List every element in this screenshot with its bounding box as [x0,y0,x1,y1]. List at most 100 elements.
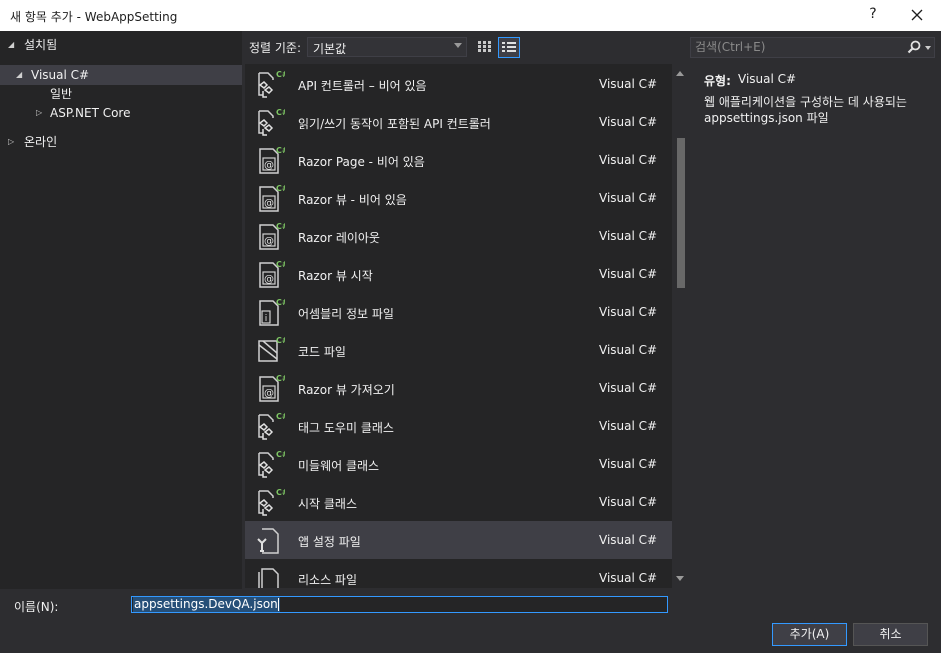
tree-item-aspnet-core[interactable]: ▷ ASP.NET Core [0,103,242,123]
template-name: API 컨트롤러 – 비어 있음 [298,79,427,93]
template-row[interactable]: @C# Razor 레이아웃 Visual C# [245,217,672,255]
template-type: Visual C# [599,153,658,167]
close-button[interactable] [906,4,928,26]
chevron-down-icon [454,43,462,48]
title-bar: 새 항목 추가 - WebAppSetting ? [0,0,941,31]
class-csharp-icon: C# [258,412,285,440]
template-name: Razor 뷰 가져오기 [298,383,395,397]
name-label: 이름(N): [14,600,59,614]
template-type: Visual C# [599,533,658,547]
search-box[interactable] [690,37,935,58]
close-icon [911,9,923,21]
tree-item-installed[interactable]: ◢ 설치됨 [0,35,242,55]
template-row[interactable]: C# 읽기/쓰기 동작이 포함된 API 컨트롤러 Visual C# [245,103,672,141]
class-csharp-icon: C# [258,70,285,98]
settings-file-icon [257,528,279,554]
template-name: Razor 뷰 시작 [298,269,373,283]
template-row[interactable]: C# 시작 클래스 Visual C# [245,483,672,521]
svg-text:C#: C# [276,336,285,345]
template-row[interactable]: @C# Razor 뷰 시작 Visual C# [245,255,672,293]
scroll-down-arrow-icon[interactable] [676,576,684,581]
class-csharp-icon: C# [258,450,285,478]
template-type: Visual C# [599,457,658,471]
template-row[interactable]: C# API 컨트롤러 – 비어 있음 Visual C# [245,65,672,103]
class-csharp-icon: C# [258,488,285,516]
sort-value: 기본값 [313,42,347,56]
help-button[interactable]: ? [864,6,882,24]
template-type: Visual C# [599,381,658,395]
template-type: Visual C# [599,571,658,585]
template-name: 리소스 파일 [298,573,358,587]
svg-text:C#: C# [276,374,285,383]
template-description: 웹 애플리케이션을 구성하는 데 사용되는 appsettings.json 파… [704,95,907,125]
type-value: Visual C# [738,72,797,86]
template-type: Visual C# [599,419,658,433]
template-row[interactable]: 리소스 파일 Visual C# [245,559,672,588]
search-input[interactable] [695,39,895,55]
template-list: C# API 컨트롤러 – 비어 있음 Visual C# C# 읽기/쓰기 동작이 포… [245,64,672,588]
svg-text:C#: C# [276,70,285,79]
cancel-button[interactable]: 취소 [853,623,928,646]
template-row[interactable]: C# 태그 도우미 클래스 Visual C# [245,407,672,445]
tree-item-label: 설치됨 [24,38,58,52]
template-name: 코드 파일 [298,345,346,359]
svg-text:@: @ [264,198,274,209]
tree-item-online[interactable]: ▷ 온라인 [0,132,242,152]
template-type: Visual C# [599,343,658,357]
svg-text:C#: C# [276,450,285,459]
svg-text:C#: C# [276,488,285,497]
info-file-icon: i C# [259,298,285,326]
template-row[interactable]: C# 코드 파일 Visual C# [245,331,672,369]
collapsed-arrow-icon[interactable]: ▷ [36,103,46,123]
template-name: 읽기/쓰기 동작이 포함된 API 컨트롤러 [298,117,491,131]
scroll-thumb[interactable] [677,138,685,288]
tree-item-visual-csharp[interactable]: ◢ Visual C# [0,65,242,85]
tree-item-label: ASP.NET Core [50,106,131,120]
search-icon[interactable] [907,40,921,55]
template-row[interactable]: 앱 설정 파일 Visual C# [245,521,672,559]
template-name: 앱 설정 파일 [298,535,361,549]
expanded-arrow-icon[interactable]: ◢ [16,65,26,85]
template-type: Visual C# [599,495,658,509]
razor-file-icon: @C# [259,222,285,250]
svg-text:@: @ [264,236,274,247]
type-label: 유형: [704,74,731,88]
template-row[interactable]: @C# Razor 뷰 - 비어 있음 Visual C# [245,179,672,217]
svg-text:@: @ [264,160,274,171]
template-name: Razor 뷰 - 비어 있음 [298,193,407,207]
template-row[interactable]: i C# 어셈블리 정보 파일 Visual C# [245,293,672,331]
template-row[interactable]: @C# Razor Page - 비어 있음 Visual C# [245,141,672,179]
template-name: 태그 도우미 클래스 [298,421,394,435]
expanded-arrow-icon[interactable]: ◢ [8,35,18,55]
razor-file-icon: @C# [259,146,285,174]
template-row[interactable]: @C# Razor 뷰 가져오기 Visual C# [245,369,672,407]
razor-file-icon: @C# [259,374,285,402]
name-input-value: appsettings.DevQA.json [133,597,280,612]
code-file-icon: C# [258,336,285,362]
svg-text:C#: C# [276,222,285,231]
grid-view-button[interactable] [474,37,496,58]
sort-dropdown[interactable]: 기본값 [307,37,467,57]
template-row[interactable]: C# 미들웨어 클래스 Visual C# [245,445,672,483]
chevron-down-icon[interactable] [925,46,931,50]
razor-file-icon: @C# [259,184,285,212]
detail-pane: 유형: Visual C# 웹 애플리케이션을 구성하는 데 사용되는 apps… [691,64,935,588]
tree-item-general[interactable]: 일반 [0,84,242,104]
scrollbar[interactable] [672,64,688,588]
template-type: Visual C# [599,229,658,243]
svg-text:i: i [265,314,268,324]
class-csharp-icon: C# [258,108,285,136]
name-text: appsettings.DevQA.json [134,597,278,611]
list-view-button[interactable] [498,37,520,58]
template-name: 어셈블리 정보 파일 [298,307,394,321]
svg-text:C#: C# [276,260,285,269]
sort-label: 정렬 기준: [249,41,302,55]
name-input[interactable]: appsettings.DevQA.json [131,596,668,613]
svg-text:C#: C# [276,184,285,193]
template-type: Visual C# [599,115,658,129]
tree-item-label: 온라인 [24,135,58,149]
window-title: 새 항목 추가 - WebAppSetting [10,10,178,24]
collapsed-arrow-icon[interactable]: ▷ [8,132,18,152]
add-button[interactable]: 추가(A) [772,623,847,646]
scroll-up-arrow-icon[interactable] [676,71,684,76]
